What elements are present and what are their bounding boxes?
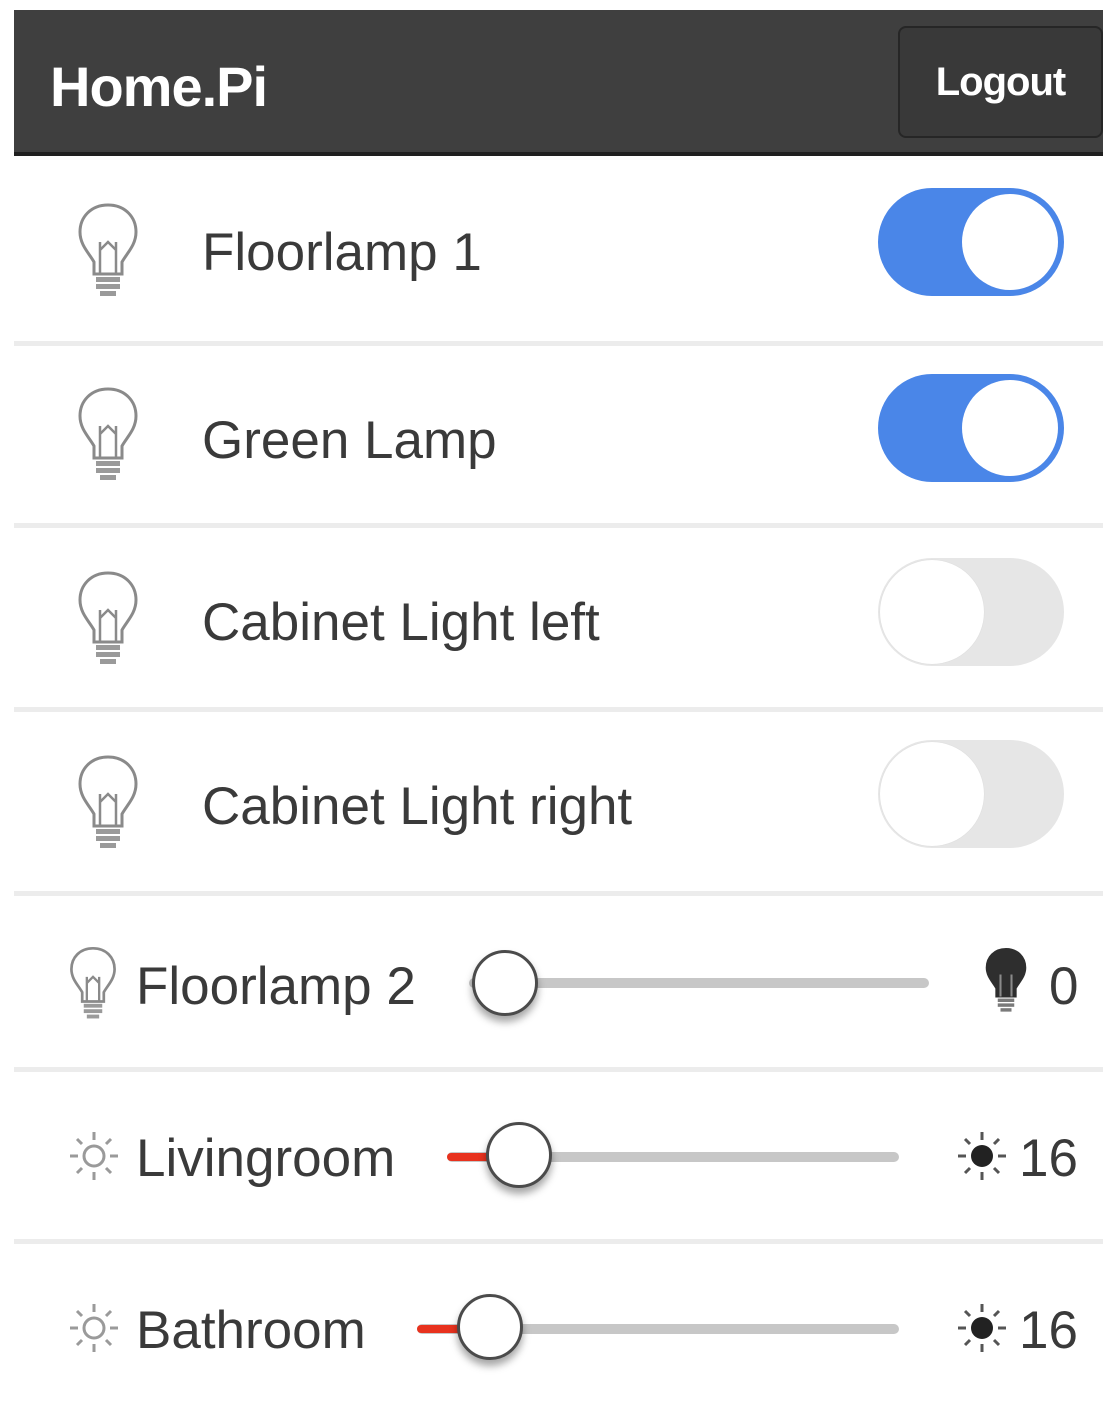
power-toggle[interactable]	[878, 374, 1064, 482]
lightbulb-outline-icon	[76, 386, 140, 482]
switch-row-cabinet-light-right: Cabinet Light right	[14, 712, 1103, 896]
device-name: Cabinet Light left	[202, 593, 600, 652]
device-name: Floorlamp 1	[202, 223, 482, 282]
lightbulb-outline-icon	[76, 754, 140, 850]
power-toggle[interactable]	[878, 558, 1064, 666]
dimmer-row-livingroom: Livingroom 16	[14, 1072, 1103, 1244]
brightness-slider-thumb[interactable]	[472, 950, 538, 1016]
switch-row-cabinet-light-left: Cabinet Light left	[14, 528, 1103, 712]
app-header: Home.Pi Logout	[14, 10, 1103, 156]
brightness-slider-track[interactable]	[469, 978, 929, 988]
dimmer-row-floorlamp-2: Floorlamp 2 0	[14, 896, 1103, 1072]
brightness-value: 16	[1019, 1301, 1078, 1360]
app-title: Home.Pi	[50, 55, 268, 118]
lightbulb-filled-icon	[984, 944, 1028, 1016]
dimmer-row-bathroom: Bathroom 16	[14, 1244, 1103, 1407]
brightness-value: 0	[1049, 957, 1079, 1016]
toggle-knob	[880, 560, 984, 664]
toggle-knob	[880, 742, 984, 846]
power-toggle[interactable]	[878, 188, 1064, 296]
switch-row-green-lamp: Green Lamp	[14, 346, 1103, 528]
lightbulb-outline-icon	[76, 202, 140, 298]
brightness-slider-thumb[interactable]	[457, 1294, 523, 1360]
brightness-value: 16	[1019, 1129, 1078, 1188]
logout-button[interactable]: Logout	[898, 26, 1103, 138]
device-name: Floorlamp 2	[136, 957, 416, 1016]
device-name: Livingroom	[136, 1129, 396, 1188]
lightbulb-outline-icon	[76, 570, 140, 666]
sun-outline-icon	[68, 1302, 120, 1354]
switch-row-floorlamp-1: Floorlamp 1	[14, 158, 1103, 346]
toggle-knob	[962, 380, 1058, 476]
device-name: Bathroom	[136, 1301, 366, 1360]
power-toggle[interactable]	[878, 740, 1064, 848]
toggle-knob	[962, 194, 1058, 290]
brightness-slider-thumb[interactable]	[486, 1122, 552, 1188]
device-name: Cabinet Light right	[202, 777, 633, 836]
sun-filled-icon	[956, 1130, 1008, 1182]
sun-outline-icon	[68, 1130, 120, 1182]
lightbulb-outline-icon	[68, 946, 118, 1020]
sun-filled-icon	[956, 1302, 1008, 1354]
device-name: Green Lamp	[202, 411, 497, 470]
